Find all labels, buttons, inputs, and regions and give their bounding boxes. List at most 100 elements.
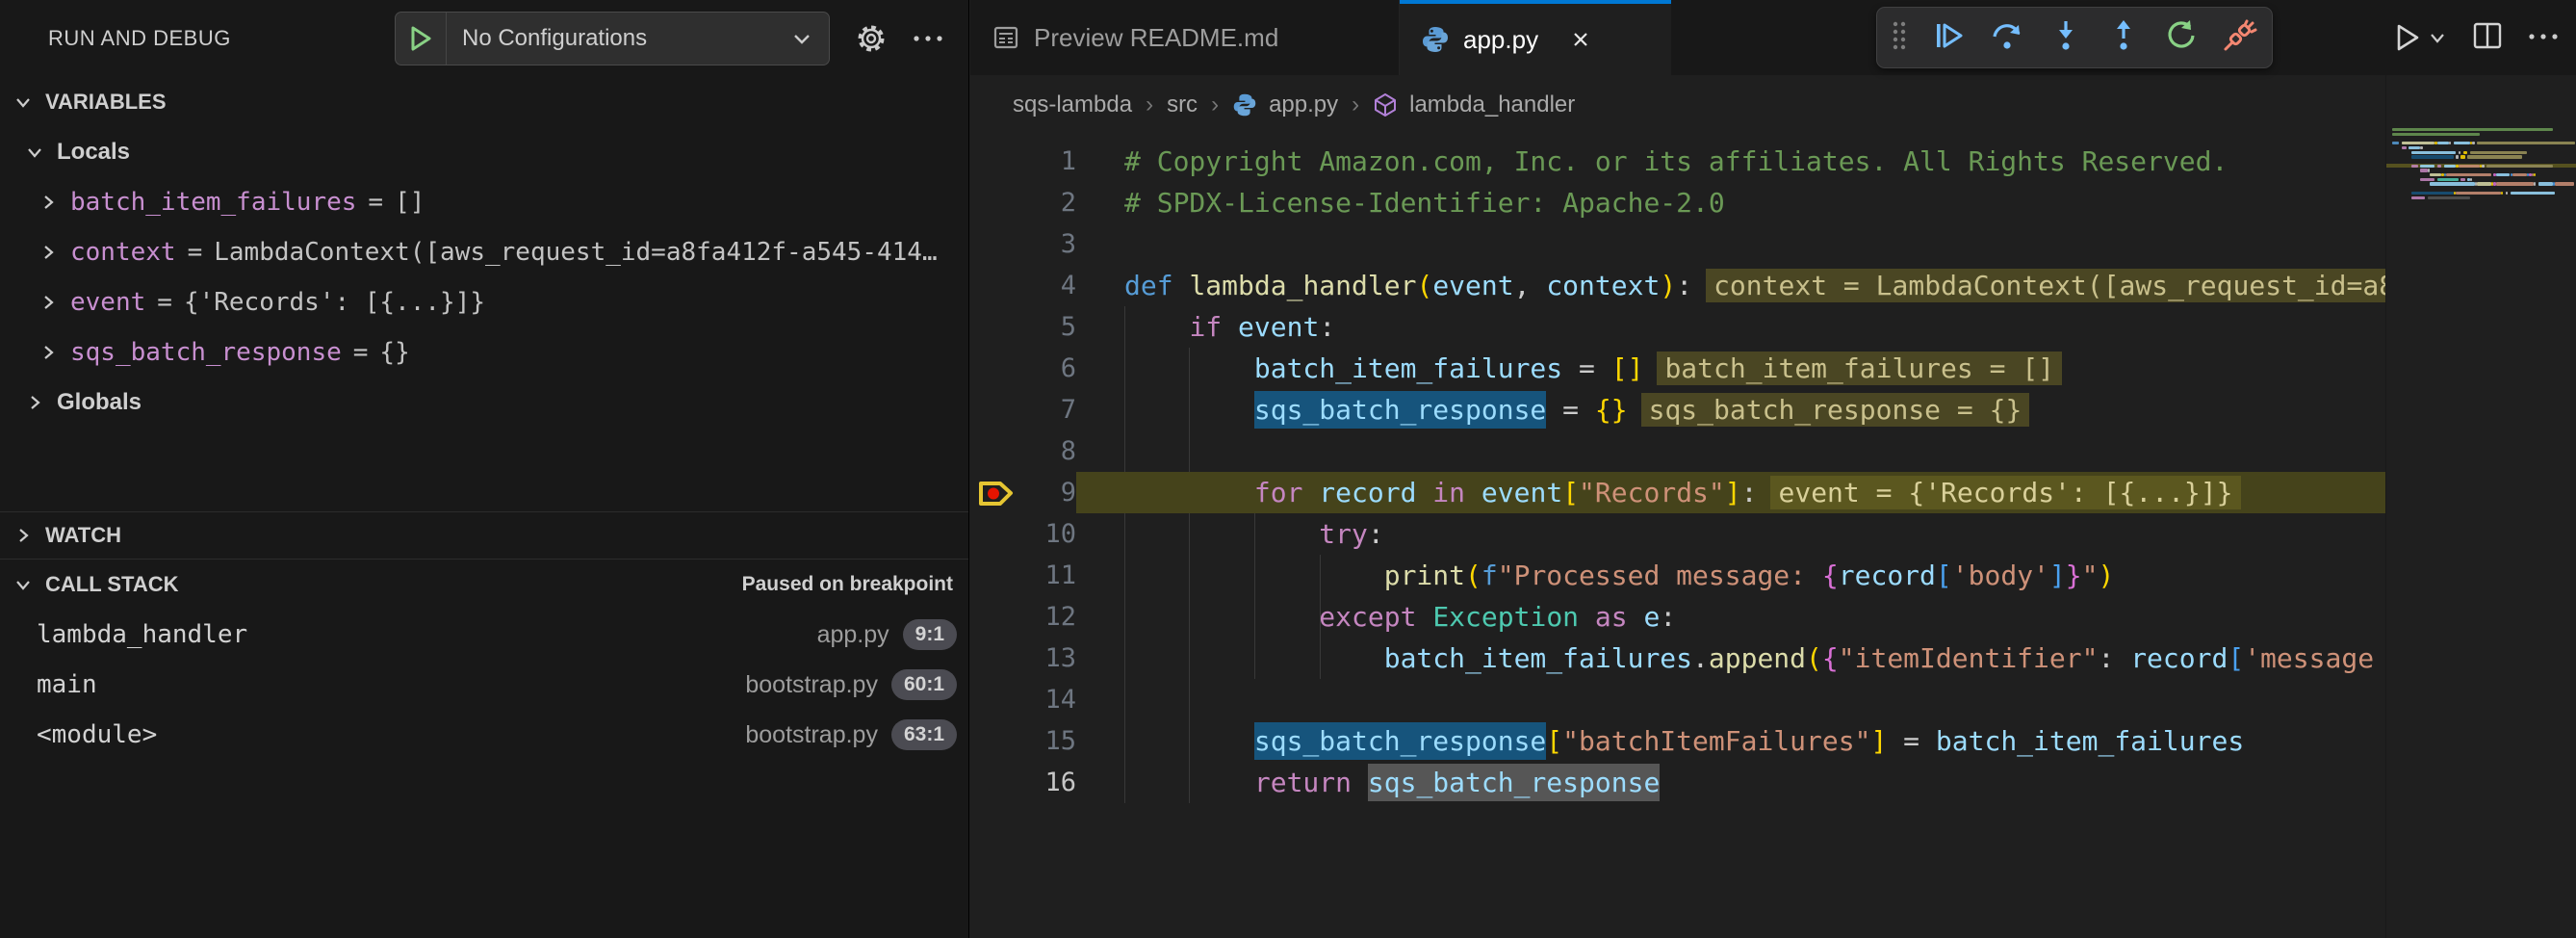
breakpoint-gutter[interactable] [970, 720, 1020, 762]
code-text: except Exception as e: [1076, 596, 2385, 638]
continue-button[interactable] [1931, 18, 1966, 58]
code-text: print(f"Processed message: {record['body… [1076, 555, 2385, 596]
python-file-icon [1232, 92, 1257, 117]
code-line[interactable]: 14 [970, 679, 2385, 720]
watch-section-header[interactable]: WATCH [0, 512, 968, 559]
variable-name: sqs_batch_response [70, 338, 342, 367]
variable-value: LambdaContext([aws_request_id=a8fa412f-a… [214, 238, 937, 267]
breadcrumb: sqs-lambda › src › app.py › lambda_handl… [970, 75, 2576, 135]
code-line[interactable]: 7 sqs_batch_response = {}sqs_batch_respo… [970, 389, 2385, 430]
editor-group: Preview README.md app.py [970, 0, 2576, 938]
breadcrumb-symbol[interactable]: lambda_handler [1409, 91, 1575, 118]
variables-section-header[interactable]: VARIABLES [0, 77, 968, 127]
call-stack-frame[interactable]: <module>bootstrap.py63:1 [0, 710, 968, 760]
breakpoint-gutter[interactable] [970, 555, 1020, 596]
breakpoint-gutter[interactable] [970, 348, 1020, 389]
tab-app-py[interactable]: app.py [1400, 0, 1671, 75]
variable-row[interactable]: event={'Records': [{...}]} [0, 277, 968, 327]
step-out-button[interactable] [2106, 18, 2141, 58]
globals-scope-row[interactable]: Globals [0, 378, 968, 428]
code-line[interactable]: 1# Copyright Amazon.com, Inc. or its aff… [970, 141, 2385, 182]
tab-preview-readme[interactable]: Preview README.md [970, 0, 1400, 75]
breadcrumb-separator: › [1211, 91, 1219, 118]
breadcrumb-folder[interactable]: src [1167, 91, 1198, 118]
call-stack-frame[interactable]: lambda_handlerapp.py9:1 [0, 610, 968, 660]
close-tab-icon[interactable] [1569, 28, 1592, 51]
breakpoint-gutter[interactable] [970, 182, 1020, 223]
code-text: try: [1076, 513, 2385, 555]
call-stack-section-header[interactable]: CALL STACK Paused on breakpoint [0, 560, 968, 610]
frame-file: bootstrap.py [745, 721, 878, 749]
code-line[interactable]: 10 try: [970, 513, 2385, 555]
frame-file: app.py [817, 621, 889, 649]
code-line[interactable]: 16 return sqs_batch_response [970, 762, 2385, 803]
code-line[interactable]: 2# SPDX-License-Identifier: Apache-2.0 [970, 182, 2385, 223]
code-text: batch_item_failures = []batch_item_failu… [1076, 348, 2385, 389]
configurations-dropdown[interactable]: No Configurations [395, 12, 830, 65]
breakpoint-gutter[interactable] [970, 141, 1020, 182]
more-actions-icon[interactable] [913, 34, 943, 43]
code-line[interactable]: 11 print(f"Processed message: {record['b… [970, 555, 2385, 596]
breakpoint-gutter[interactable] [970, 265, 1020, 306]
restart-button[interactable] [2164, 18, 2199, 58]
call-stack-frame[interactable]: mainbootstrap.py60:1 [0, 660, 968, 710]
chevron-right-icon [38, 242, 59, 263]
code-line[interactable]: 5 if event: [970, 306, 2385, 348]
call-stack-header-label: CALL STACK [45, 572, 179, 597]
debug-toolbar [1876, 7, 2273, 68]
breadcrumb-separator: › [1352, 91, 1359, 118]
code-line[interactable]: 12 except Exception as e: [970, 596, 2385, 638]
breakpoint-gutter[interactable] [970, 596, 1020, 638]
code-line[interactable]: 15 sqs_batch_response["batchItemFailures… [970, 720, 2385, 762]
code-line[interactable]: 6 batch_item_failures = []batch_item_fai… [970, 348, 2385, 389]
breakpoint-gutter[interactable] [970, 306, 1020, 348]
gear-icon[interactable] [855, 22, 888, 55]
step-over-button[interactable] [1989, 18, 2025, 58]
variable-row[interactable]: context=LambdaContext([aws_request_id=a8… [0, 227, 968, 277]
line-number: 14 [1020, 679, 1076, 720]
locals-scope-row[interactable]: Locals [0, 127, 968, 177]
breakpoint-gutter[interactable] [970, 223, 1020, 265]
variable-value: {} [379, 338, 409, 367]
split-editor-button[interactable] [2472, 21, 2503, 55]
breadcrumb-folder[interactable]: sqs-lambda [1013, 91, 1132, 118]
line-number: 12 [1020, 596, 1076, 638]
code-line[interactable]: 9 for record in event["Records"]:event =… [970, 472, 2385, 513]
breadcrumb-separator: › [1146, 91, 1153, 118]
line-number: 13 [1020, 638, 1076, 679]
chevron-down-icon [24, 142, 45, 163]
breakpoint-gutter[interactable] [970, 430, 1020, 472]
frame-file: bootstrap.py [745, 671, 878, 699]
line-number: 7 [1020, 389, 1076, 430]
breakpoint-gutter[interactable] [970, 679, 1020, 720]
minimap[interactable] [2385, 75, 2576, 938]
inline-debug-value: batch_item_failures = [] [1657, 352, 2062, 385]
code-editor[interactable]: 1# Copyright Amazon.com, Inc. or its aff… [970, 135, 2385, 938]
code-text: sqs_batch_response["batchItemFailures"] … [1076, 720, 2385, 762]
more-actions-icon[interactable] [2528, 29, 2559, 46]
start-debugging-button[interactable] [396, 13, 447, 65]
step-over-icon [1989, 18, 2025, 53]
breakpoint-gutter[interactable] [970, 638, 1020, 679]
disconnect-button[interactable] [2222, 18, 2258, 58]
breadcrumb-file[interactable]: app.py [1269, 91, 1338, 118]
line-number: 3 [1020, 223, 1076, 265]
code-line[interactable]: 4def lambda_handler(event, context):cont… [970, 265, 2385, 306]
code-line[interactable]: 8 [970, 430, 2385, 472]
breakpoint-gutter[interactable] [970, 389, 1020, 430]
variable-row[interactable]: batch_item_failures=[] [0, 177, 968, 227]
code-line[interactable]: 3 [970, 223, 2385, 265]
run-icon [2393, 22, 2422, 53]
frame-position-badge: 9:1 [903, 619, 957, 650]
variable-row[interactable]: sqs_batch_response={} [0, 327, 968, 378]
breakpoint-current-line-icon [974, 474, 1017, 512]
run-python-file-button[interactable] [2393, 22, 2447, 53]
breakpoint-gutter[interactable] [970, 762, 1020, 803]
inline-debug-value: sqs_batch_response = {} [1641, 393, 2030, 427]
code-line[interactable]: 13 batch_item_failures.append({"itemIden… [970, 638, 2385, 679]
breakpoint-gutter[interactable] [970, 513, 1020, 555]
step-into-button[interactable] [2048, 18, 2083, 58]
frame-name: main [37, 670, 732, 699]
breakpoint-gutter[interactable] [970, 472, 1020, 513]
toolbar-gripper-icon[interactable] [1891, 18, 1908, 58]
